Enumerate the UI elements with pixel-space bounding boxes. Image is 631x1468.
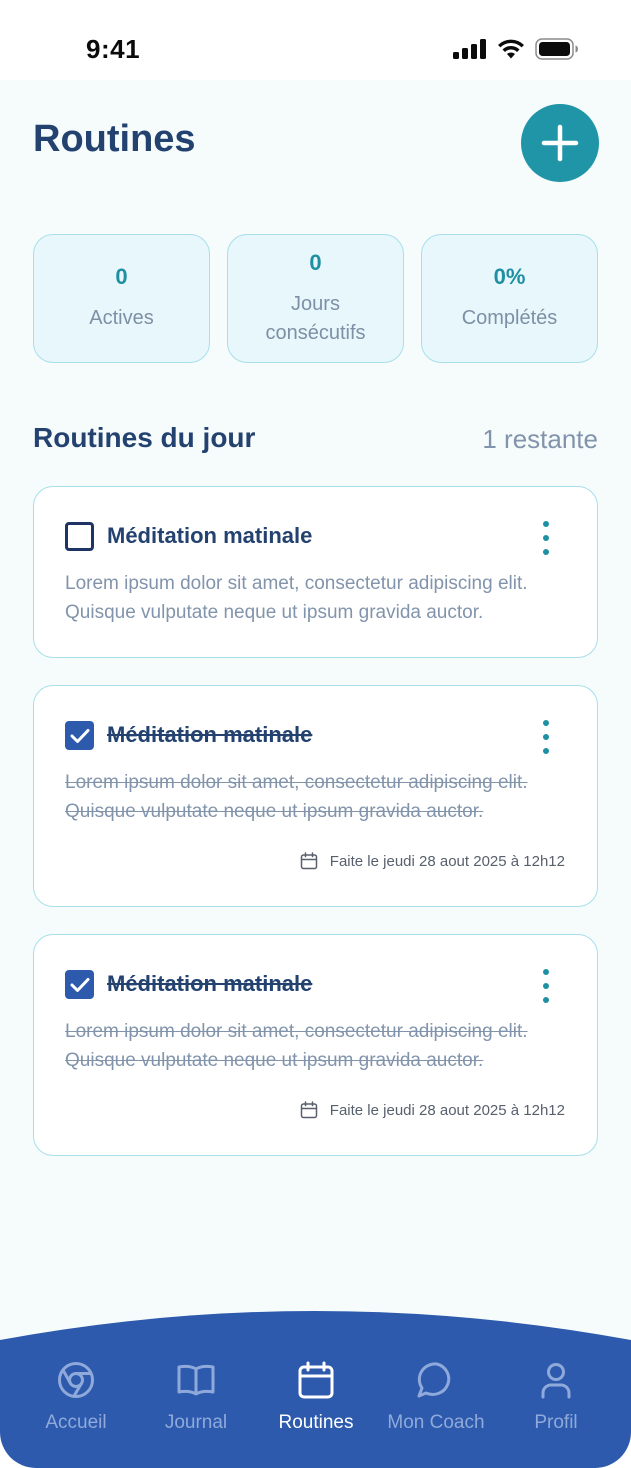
- add-routine-button[interactable]: [521, 104, 599, 182]
- stat-card-completed: 0% Complétés: [421, 234, 598, 363]
- more-options-button[interactable]: [537, 969, 555, 1003]
- completion-date: Faite le jeudi 28 aout 2025 à 12h12: [329, 1101, 565, 1119]
- stat-label: Complétés: [461, 307, 558, 329]
- calendar-icon: [300, 852, 318, 870]
- checkmark-icon: [70, 728, 89, 743]
- battery-icon: [535, 38, 578, 60]
- stat-label: Actives: [89, 307, 154, 329]
- chat-bubble-icon: [414, 1358, 458, 1402]
- nav-item-routines[interactable]: Routines: [256, 1358, 376, 1434]
- dot: [543, 983, 549, 989]
- book-icon: [174, 1358, 218, 1402]
- wifi-icon: [498, 39, 524, 59]
- nav-label: Profil: [534, 1412, 578, 1433]
- more-options-button[interactable]: [537, 521, 555, 555]
- stat-card-actives: 0 Actives: [33, 234, 210, 363]
- remaining-count: 1 restante: [482, 424, 598, 454]
- nav-item-journal[interactable]: Journal: [136, 1358, 256, 1434]
- completion-info: Faite le jeudi 28 aout 2025 à 12h12: [300, 852, 565, 870]
- routine-card[interactable]: Méditation matinale Lorem ipsum dolor si…: [33, 934, 598, 1156]
- bottom-nav: Accueil Journal Routines Mon Coach Profi…: [0, 1310, 631, 1468]
- nav-item-profil[interactable]: Profil: [496, 1358, 616, 1434]
- nav-label: Journal: [164, 1412, 228, 1433]
- nav-item-mon-coach[interactable]: Mon Coach: [376, 1358, 496, 1434]
- status-icons: [453, 38, 579, 60]
- stat-value: 0: [309, 249, 322, 275]
- dot: [543, 734, 549, 740]
- chrome-icon: [54, 1358, 98, 1402]
- calendar-icon: [294, 1358, 338, 1402]
- plus-icon: [541, 124, 579, 162]
- nav-label: Routines: [278, 1412, 354, 1433]
- stat-label: Jours consécutifs: [265, 292, 366, 344]
- stat-value: 0%: [493, 264, 526, 289]
- dot: [543, 535, 549, 541]
- completion-date: Faite le jeudi 28 aout 2025 à 12h12: [329, 852, 565, 870]
- stat-value: 0: [115, 264, 128, 289]
- routine-description: Lorem ipsum dolor sit amet, consectetur …: [65, 573, 528, 623]
- routine-title: Méditation matinale: [107, 523, 313, 548]
- user-icon: [534, 1358, 578, 1402]
- section-title: Routines du jour: [33, 422, 256, 453]
- dot: [543, 521, 549, 527]
- routine-description: Lorem ipsum dolor sit amet, consectetur …: [65, 772, 528, 822]
- routine-checkbox[interactable]: [65, 970, 94, 999]
- nav-label: Mon Coach: [387, 1412, 485, 1433]
- dot: [543, 997, 549, 1003]
- dot: [543, 748, 549, 754]
- calendar-icon: [300, 1101, 318, 1119]
- status-time: 9:41: [86, 34, 141, 64]
- routine-card[interactable]: Méditation matinale Lorem ipsum dolor si…: [33, 486, 598, 658]
- routine-checkbox[interactable]: [65, 522, 94, 551]
- routine-title: Méditation matinale: [107, 971, 313, 996]
- dot: [543, 969, 549, 975]
- nav-item-accueil[interactable]: Accueil: [16, 1358, 136, 1434]
- page-title: Routines: [33, 118, 196, 160]
- checkmark-icon: [70, 977, 89, 992]
- routine-title: Méditation matinale: [107, 722, 313, 747]
- completion-info: Faite le jeudi 28 aout 2025 à 12h12: [300, 1101, 565, 1119]
- routine-checkbox[interactable]: [65, 721, 94, 750]
- routine-card[interactable]: Méditation matinale Lorem ipsum dolor si…: [33, 685, 598, 907]
- more-options-button[interactable]: [537, 720, 555, 754]
- routine-description: Lorem ipsum dolor sit amet, consectetur …: [65, 1021, 528, 1071]
- routines-screen: 9:41 Routines 0 Actives 0 Jours consécut…: [0, 0, 631, 1468]
- cellular-signal-icon: [453, 39, 486, 59]
- stat-card-streak: 0 Jours consécutifs: [227, 234, 404, 363]
- dot: [543, 720, 549, 726]
- status-bar: 9:41: [0, 0, 631, 80]
- dot: [543, 549, 549, 555]
- nav-label: Accueil: [45, 1412, 107, 1433]
